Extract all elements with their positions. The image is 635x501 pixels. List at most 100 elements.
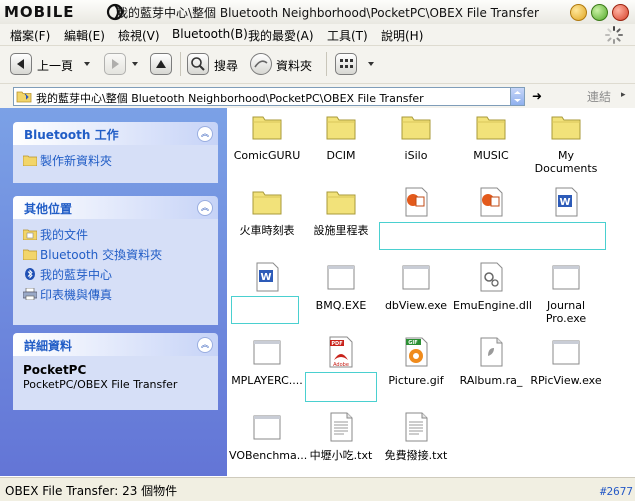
folder-icon <box>252 116 282 140</box>
collapse-chevron-icon[interactable]: ︽ <box>197 126 213 142</box>
forward-button[interactable] <box>104 53 138 75</box>
folder-bluetooth-icon <box>16 91 32 103</box>
task-pane: Bluetooth 工作 ︽ 製作新資料夾 其他位置 ︽ 我的文件 Blueto… <box>0 108 227 476</box>
place-bluetooth-exchange-folder[interactable]: Bluetooth 交換資料夾 <box>23 245 208 265</box>
file-item[interactable]: 火車時刻表 <box>229 186 305 258</box>
text-file-icon <box>330 412 353 442</box>
file-name: 免費撥接.txt <box>384 449 448 462</box>
place-label: 印表機與傳真 <box>40 288 113 302</box>
folder-icon <box>23 249 37 260</box>
file-name: Picture.gif <box>388 374 444 387</box>
views-dropdown-icon[interactable] <box>368 62 374 66</box>
bluetooth-tasks-panel: Bluetooth 工作 ︽ 製作新資料夾 <box>13 122 218 183</box>
file-item[interactable]: MPLAYERC.... <box>229 336 305 408</box>
place-label: 我的文件 <box>40 228 89 242</box>
file-item[interactable]: EmuEngine.dll <box>453 261 532 333</box>
up-folder-button[interactable] <box>150 53 172 75</box>
text-file-icon <box>405 412 428 442</box>
powerpoint-file-icon <box>480 187 503 217</box>
file-item[interactable]: DCIM <box>303 111 379 183</box>
folders-label: 資料夾 <box>276 59 313 73</box>
file-item[interactable]: My Documents <box>528 111 604 183</box>
menu-edit[interactable]: 編輯(E) <box>64 27 105 44</box>
file-name: MUSIC <box>473 149 509 162</box>
details-path: PocketPC/OBEX File Transfer <box>23 378 178 391</box>
file-name: 設施里程表 <box>313 224 369 237</box>
bluetooth-icon <box>25 268 35 280</box>
toolbar-separator <box>180 52 181 76</box>
details-body: PocketPC PocketPC/OBEX File Transfer <box>13 356 218 410</box>
dll-file-icon <box>480 262 503 292</box>
file-item[interactable]: RPicView.exe <box>528 336 604 408</box>
minimize-button[interactable] <box>570 4 587 21</box>
powerpoint-file-icon <box>405 187 428 217</box>
place-label: Bluetooth 交換資料夾 <box>40 248 163 262</box>
menu-view[interactable]: 檢視(V) <box>118 27 160 44</box>
address-field[interactable]: 我的藍芽中心\整個 Bluetooth Neighborhood\PocketP… <box>13 87 525 106</box>
rename-selection-box <box>305 372 377 402</box>
file-name: ComicGURU <box>233 149 301 162</box>
file-item[interactable]: MUSIC <box>453 111 529 183</box>
collapse-chevron-icon[interactable]: ︽ <box>197 337 213 353</box>
other-places-header[interactable]: 其他位置 ︽ <box>13 196 218 219</box>
collapse-chevron-icon[interactable]: ︽ <box>197 200 213 216</box>
folders-button[interactable]: 資料夾 <box>250 53 320 75</box>
place-my-documents[interactable]: 我的文件 <box>23 225 208 245</box>
printer-icon <box>23 288 37 300</box>
file-item[interactable]: iSilo <box>378 111 454 183</box>
file-item[interactable]: GIF Picture.gif <box>378 336 454 408</box>
menu-favorites[interactable]: 我的最愛(A) <box>248 27 314 44</box>
exe-file-icon <box>253 340 281 365</box>
panel-title: 其他位置 <box>24 202 73 216</box>
exe-file-icon <box>402 265 430 290</box>
address-dropdown-button[interactable] <box>510 88 524 105</box>
back-dropdown-icon[interactable] <box>84 62 90 66</box>
views-grid-icon <box>335 53 357 75</box>
folder-icon <box>551 116 581 140</box>
file-item[interactable]: ComicGURU <box>229 111 305 183</box>
file-item[interactable]: Journal Pro.exe <box>528 261 604 333</box>
file-item[interactable]: 免費撥接.txt <box>378 411 454 483</box>
menu-bluetooth[interactable]: Bluetooth(B) <box>172 27 248 41</box>
file-item[interactable]: RAlbum.ra_ <box>453 336 529 408</box>
place-label: 我的藍芽中心 <box>40 268 113 282</box>
links-label[interactable]: 連結 <box>587 88 611 105</box>
address-bar: 我的藍芽中心\整個 Bluetooth Neighborhood\PocketP… <box>0 84 635 109</box>
task-new-folder[interactable]: 製作新資料夾 <box>23 151 208 171</box>
word-letter: W <box>260 272 271 283</box>
details-header[interactable]: 詳細資料 ︽ <box>13 333 218 356</box>
file-item[interactable]: 中壢小吃.txt <box>303 411 379 483</box>
views-button[interactable] <box>335 53 377 75</box>
exe-file-icon <box>253 415 281 440</box>
file-name: dbView.exe <box>384 299 448 312</box>
file-name: VOBenchma... <box>229 449 308 462</box>
toolbar-separator <box>326 52 327 76</box>
links-chevron-icon[interactable]: ▸ <box>621 90 626 100</box>
panel-title: Bluetooth 工作 <box>24 128 119 142</box>
file-name: EmuEngine.dll <box>453 299 532 312</box>
file-item[interactable]: VOBenchma... <box>229 411 308 483</box>
menu-help[interactable]: 說明(H) <box>381 27 423 44</box>
file-list[interactable]: ComicGURU DCIM iSilo MUSIC My Documents … <box>227 108 635 476</box>
back-button[interactable]: 上一頁 <box>10 53 92 75</box>
place-printers-and-faxes[interactable]: 印表機與傳真 <box>23 285 208 305</box>
panel-title: 詳細資料 <box>24 339 73 353</box>
rename-selection-box <box>379 222 606 250</box>
bluetooth-tasks-header[interactable]: Bluetooth 工作 ︽ <box>13 122 218 145</box>
back-label: 上一頁 <box>37 59 74 73</box>
generic-file-icon <box>480 337 503 367</box>
file-item[interactable]: BMQ.EXE <box>303 261 379 333</box>
title-bar[interactable]: MOBILE 我的藍芽中心\整個 Bluetooth Neighborhood\… <box>0 0 635 25</box>
place-my-bluetooth-places[interactable]: 我的藍芽中心 <box>23 265 208 285</box>
forward-dropdown-icon[interactable] <box>132 62 138 66</box>
file-name: iSilo <box>404 149 428 162</box>
file-name: Journal Pro.exe <box>545 299 587 325</box>
file-item[interactable]: dbView.exe <box>378 261 454 333</box>
menu-file[interactable]: 檔案(F) <box>10 27 50 44</box>
search-button[interactable]: 搜尋 <box>187 53 243 75</box>
maximize-button[interactable] <box>591 4 608 21</box>
menu-tools[interactable]: 工具(T) <box>327 27 368 44</box>
close-button[interactable] <box>612 4 629 21</box>
go-arrow-icon[interactable]: ➜ <box>532 89 542 103</box>
file-item[interactable]: 設施里程表 <box>303 186 379 258</box>
